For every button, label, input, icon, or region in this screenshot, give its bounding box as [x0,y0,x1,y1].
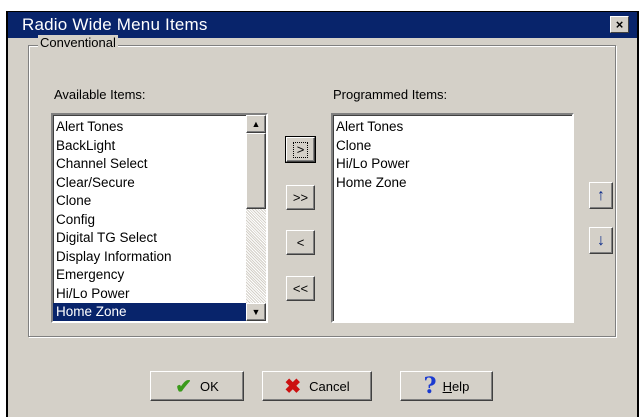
programmed-list-item[interactable]: Home Zone [333,174,572,193]
remove-item-label: < [296,235,305,250]
programmed-list-item[interactable]: Hi/Lo Power [333,155,572,174]
close-icon: × [615,17,624,32]
scroll-down-button[interactable]: ▼ [246,303,266,321]
cancel-button[interactable]: ✖ Cancel [262,371,372,401]
move-up-button[interactable]: ↑ [589,182,613,209]
add-all-label: >> [292,190,309,205]
available-list-item[interactable]: Channel Select [53,155,246,174]
add-all-button[interactable]: >> [286,185,315,210]
available-list-item[interactable]: Clone [53,192,246,211]
programmed-list-item[interactable]: Alert Tones [333,118,572,137]
available-list-item[interactable]: Emergency [53,266,246,285]
cancel-label: Cancel [309,378,350,394]
move-down-button[interactable]: ↓ [589,227,613,254]
available-list-item[interactable]: Display Information [53,248,246,267]
scroll-up-icon: ▲ [251,119,261,129]
close-button[interactable]: × [610,16,629,33]
x-icon: ✖ [284,375,302,398]
help-button[interactable]: ? Help [400,371,493,401]
programmed-list-item[interactable]: Clone [333,137,572,156]
scroll-thumb[interactable] [246,133,266,209]
help-hotkey: H [442,378,452,394]
programmed-items-list[interactable]: Alert Tones Clone Hi/Lo Power Home Zone [331,113,574,323]
available-items-label: Available Items: [54,87,146,102]
available-list-item[interactable]: BackLight [53,137,246,156]
arrow-up-icon: ↑ [597,186,605,204]
available-list-item[interactable]: Clear/Secure [53,174,246,193]
available-list-item[interactable]: Digital TG Select [53,229,246,248]
group-label: Conventional [38,35,118,50]
available-items-list[interactable]: Alert Tones BackLight Channel Select Clear/… [51,113,268,323]
scroll-down-icon: ▼ [251,307,261,317]
help-label-rest: elp [451,378,470,394]
window-title: Radio Wide Menu Items [22,15,208,34]
check-icon: ✔ [175,375,192,398]
scroll-up-button[interactable]: ▲ [246,115,266,133]
remove-all-button[interactable]: << [286,276,315,301]
arrow-down-icon: ↓ [597,231,605,249]
remove-item-button[interactable]: < [286,230,315,255]
help-label: Help [443,379,470,394]
available-list-item[interactable]: Alert Tones [53,118,246,137]
question-icon: ? [423,373,437,399]
available-list-item[interactable]: Hi/Lo Power [53,285,246,304]
add-item-label: > [292,141,309,158]
ok-button[interactable]: ✔ OK [150,371,244,401]
available-list-scrollbar[interactable]: ▲ ▼ [246,115,266,321]
available-list-item[interactable]: Home Zone [53,303,246,321]
ok-label: OK [199,378,219,394]
programmed-items-container: Alert Tones Clone Hi/Lo Power Home Zone [333,118,572,192]
remove-all-label: << [292,281,309,296]
programmed-items-label: Programmed Items: [333,87,448,102]
add-item-button[interactable]: > [285,136,316,163]
available-list-item[interactable]: Config [53,211,246,230]
available-items-container: Alert Tones BackLight Channel Select Clear/… [53,118,246,321]
